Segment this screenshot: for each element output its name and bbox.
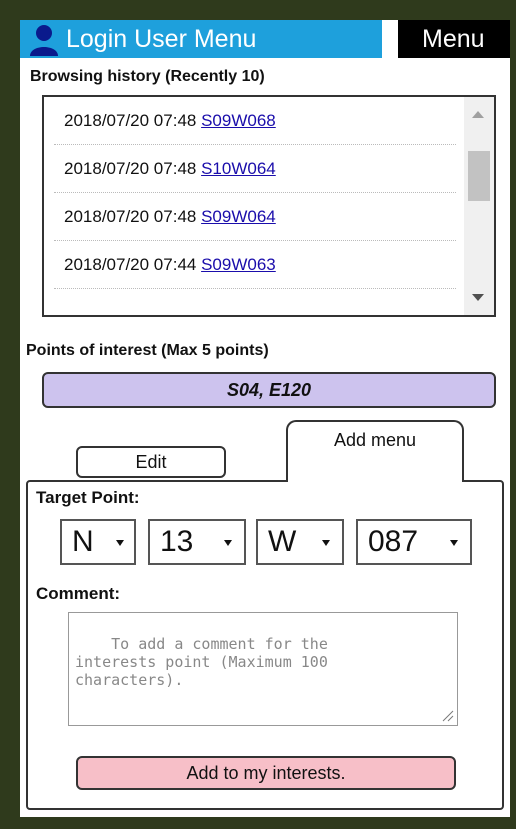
comment-textarea[interactable]: To add a comment for the interests point…: [68, 612, 458, 726]
history-list-item: 2018/07/20 07:48 S09W064: [54, 193, 456, 241]
longitude-direction-select[interactable]: W: [256, 519, 344, 565]
user-icon: [30, 25, 58, 56]
latitude-direction-select[interactable]: N: [60, 519, 136, 565]
chevron-down-icon: [224, 540, 232, 546]
longitude-value-select[interactable]: 087: [356, 519, 472, 565]
history-timestamp: 2018/07/20 07:48: [64, 159, 197, 178]
history-list-item: 2018/07/20 07:44 S09W063: [54, 241, 456, 289]
chevron-down-icon: [116, 540, 124, 546]
tab-add-menu[interactable]: Add menu: [286, 420, 464, 482]
history-timestamp: 2018/07/20 07:48: [64, 207, 197, 226]
latitude-value-select[interactable]: 13: [148, 519, 246, 565]
menu-button[interactable]: Menu: [398, 20, 510, 58]
longitude-value: 087: [368, 525, 419, 558]
history-list-item: 2018/07/20 07:48 S10W064: [54, 145, 456, 193]
history-point-link[interactable]: S09W064: [201, 207, 276, 226]
latitude-direction-value: N: [72, 525, 94, 558]
comment-label: Comment:: [36, 584, 121, 603]
browsing-history-label: Browsing history (Recently 10): [30, 68, 265, 85]
browsing-history-list[interactable]: 2018/07/20 07:48 S09W068 2018/07/20 07:48…: [42, 95, 496, 317]
history-scrollbar[interactable]: [464, 97, 494, 315]
history-list-item: 2018/07/20 07:48 S09W068: [54, 97, 456, 145]
latitude-value: 13: [160, 525, 194, 558]
target-point-label: Target Point:: [36, 488, 140, 507]
scroll-up-arrow-icon[interactable]: [472, 111, 484, 118]
scroll-down-arrow-icon[interactable]: [472, 294, 484, 301]
chevron-down-icon: [450, 540, 458, 546]
history-timestamp: 2018/07/20 07:48: [64, 111, 197, 130]
history-point-link[interactable]: S09W063: [201, 255, 276, 274]
login-user-menu-tab[interactable]: Login User Menu: [20, 20, 382, 58]
point-of-interest-item[interactable]: S04, E120: [42, 372, 496, 408]
login-user-panel: Login User Menu Menu Browsing history (R…: [20, 20, 510, 817]
header: Login User Menu Menu: [20, 20, 510, 58]
comment-placeholder: To add a comment for the interests point…: [75, 635, 328, 689]
login-user-menu-title: Login User Menu: [66, 25, 257, 53]
tab-edit[interactable]: Edit: [76, 446, 226, 478]
history-point-link[interactable]: S09W068: [201, 111, 276, 130]
longitude-direction-value: W: [268, 525, 297, 558]
resize-grip-icon[interactable]: [442, 710, 454, 722]
scroll-thumb[interactable]: [468, 151, 490, 201]
history-items: 2018/07/20 07:48 S09W068 2018/07/20 07:48…: [44, 97, 462, 289]
add-to-interests-button[interactable]: Add to my interests.: [76, 756, 456, 790]
menu-button-label: Menu: [422, 25, 485, 53]
points-of-interest-label: Points of interest (Max 5 points): [26, 342, 269, 359]
chevron-down-icon: [322, 540, 330, 546]
history-point-link[interactable]: S10W064: [201, 159, 276, 178]
history-timestamp: 2018/07/20 07:44: [64, 255, 197, 274]
